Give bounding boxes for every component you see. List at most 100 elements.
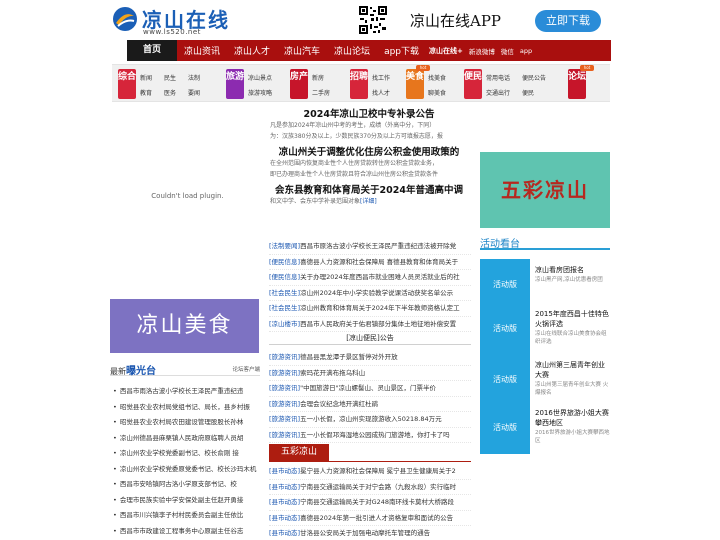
news-text[interactable]: 冕宁县人力资源和社会保障局 冕宁县卫生健康局关于2: [300, 467, 456, 475]
news-row[interactable]: [旅游资讯]五一小长假邛海湿地公园成热门旅游地，你打卡了吗: [269, 428, 471, 443]
news-tag[interactable]: [县市动态]: [269, 467, 300, 475]
category-link[interactable]: 要闻: [188, 88, 200, 97]
news-tag[interactable]: [旅游资讯]: [269, 431, 300, 439]
activity-card[interactable]: 活动版 2015年度西昌十佳特色火锅评选 凉山在线联合凉山美食协会组织评选: [480, 303, 610, 355]
category-badge[interactable]: 旅游: [226, 69, 244, 99]
category-link[interactable]: 便民: [522, 88, 546, 97]
news-tag[interactable]: [法制要闻]: [269, 242, 300, 250]
news-row[interactable]: [旅游资讯]"中国旅游日"凉山螺髻山、灵山景区，门票半价: [269, 381, 471, 397]
list-item[interactable]: 西昌市川兴镇李子村村民委员会副主任依比: [113, 508, 263, 524]
category-link[interactable]: 民生: [164, 73, 176, 82]
news-text[interactable]: 关于办理2024年度西昌市就业困难人员灵活就业后的社: [300, 273, 460, 281]
category-link[interactable]: 医务: [164, 88, 176, 97]
wucai-section-label[interactable]: 五彩凉山: [269, 444, 329, 461]
nav-item[interactable]: 凉山资讯: [177, 44, 227, 57]
news-tag[interactable]: [便民信息]: [269, 258, 300, 266]
news-tag[interactable]: [县市动态]: [269, 514, 300, 522]
list-item[interactable]: 西昌市雨洛古波小学校长王泽民严重违纪违: [113, 384, 263, 400]
news-row[interactable]: [社会民生]凉山州教育和体育局关于2024年下半年教师资格认定工: [269, 301, 471, 317]
activity-title[interactable]: 凉山看房团报名: [535, 265, 611, 275]
nav-item[interactable]: app下载: [377, 44, 426, 57]
news-row[interactable]: [旅游资讯]五一小长假，凉山州实现旅游收入50218.84万元: [269, 412, 471, 428]
category-badge[interactable]: 房产: [290, 69, 308, 99]
list-item[interactable]: 西昌市市政建设工程事务中心原副主任谷志: [113, 524, 263, 540]
convenience-section-title[interactable]: [凉山便民]公告: [269, 331, 471, 345]
news-row[interactable]: [法制要闻]西昌市原洛古波小学校长王泽民严重违纪违法被开除党: [269, 239, 471, 255]
category-link[interactable]: 交通出行: [486, 88, 510, 97]
news-tag[interactable]: [旅游资讯]: [269, 400, 300, 408]
news-row[interactable]: [县市动态]喜德县2024年第一批引进人才资格复审和面试的公告: [269, 511, 471, 526]
news-text[interactable]: 西昌市人民政府关于佑君镇部分集体土地征地补偿安置: [300, 320, 456, 328]
category-link[interactable]: 找工作: [372, 73, 390, 82]
news-text[interactable]: "中国旅游日"凉山螺髻山、灵山景区，门票半价: [300, 384, 436, 392]
category-badge[interactable]: 论坛: [568, 69, 586, 99]
news-row[interactable]: [凉山楼市]西昌市人民政府关于佑君镇部分集体土地征地补偿安置: [269, 317, 471, 332]
category-link[interactable]: 聊美食: [428, 88, 446, 97]
news-row[interactable]: [县市动态]冕宁县人力资源和社会保障局 冕宁县卫生健康局关于2: [269, 464, 471, 480]
activity-title[interactable]: 2015年度西昌十佳特色火锅评选: [535, 309, 611, 329]
forum-client-link[interactable]: 论坛客户端: [232, 365, 260, 373]
detail-link[interactable]: [详细]: [360, 198, 377, 205]
list-item[interactable]: 昭觉县农业农村局农田建设管理股股长孙林: [113, 415, 263, 431]
news-text[interactable]: 宁南县交通运输局关于对宁会路（九殺水段）实行临时: [300, 483, 456, 491]
category-link[interactable]: 教育: [140, 88, 152, 97]
category-link[interactable]: 便民公告: [522, 73, 546, 82]
category-link[interactable]: 找美食: [428, 73, 446, 82]
headline-title[interactable]: 2024年凉山卫校中专补录公告: [270, 106, 468, 120]
activity-thumb[interactable]: 活动版: [480, 402, 530, 454]
news-tag[interactable]: [社会民生]: [269, 304, 300, 312]
news-row[interactable]: [县市动态]宁南县交通运输局关于对G248南环线卡莫村大桥路段: [269, 495, 471, 511]
wucai-banner[interactable]: 五彩凉山: [480, 152, 610, 228]
list-item[interactable]: 凉山州农业学校党委副书记、校长俞刚 接: [113, 446, 263, 462]
news-tag[interactable]: [县市动态]: [269, 498, 300, 506]
news-tag[interactable]: [县市动态]: [269, 529, 300, 537]
news-text[interactable]: 五一小长假邛海湿地公园成热门旅游地，你打卡了吗: [300, 431, 450, 439]
news-row[interactable]: [旅游资讯]索玛花开满布拖乌科山: [269, 366, 471, 381]
category-badge[interactable]: 便民: [464, 69, 482, 99]
activity-thumb[interactable]: 活动版: [480, 354, 530, 406]
category-link[interactable]: 常用电话: [486, 73, 510, 82]
nav-item[interactable]: 凉山人才: [227, 44, 277, 57]
download-button[interactable]: 立即下载: [535, 10, 601, 32]
news-row[interactable]: [便民信息]喜德县人力资源和社会保障局 喜德县教育和体育局关于: [269, 255, 471, 270]
category-link[interactable]: 旅游攻略: [248, 88, 272, 97]
headline-title[interactable]: 会东县教育和体育局关于2024年普通高中调: [270, 182, 468, 196]
nav-small-item[interactable]: app: [517, 47, 535, 55]
category-link[interactable]: 新闻: [140, 73, 152, 82]
news-text[interactable]: 甘洛县公安局关于加强电动摩托车管理的通告: [300, 529, 430, 537]
news-row[interactable]: [旅游资讯]会理会议纪念地开满红杜鹃: [269, 397, 471, 412]
news-row[interactable]: [社会民生]凉山州2024年中小学实验教学说课活动获奖名单公示: [269, 286, 471, 301]
category-link[interactable]: 法制: [188, 73, 200, 82]
activity-card[interactable]: 活动版 凉山州第三届青年创业大赛 凉山州第三届青年创业大赛 火爆报名: [480, 354, 610, 406]
category-badge[interactable]: 招聘: [350, 69, 368, 99]
news-tag[interactable]: [社会民生]: [269, 289, 300, 297]
news-row[interactable]: [便民信息]关于办理2024年度西昌市就业困难人员灵活就业后的社: [269, 270, 471, 286]
news-text[interactable]: 宁南县交通运输局关于对G248南环线卡莫村大桥路段: [300, 498, 454, 506]
news-tag[interactable]: [旅游资讯]: [269, 415, 300, 423]
category-badge[interactable]: 综合: [118, 69, 136, 99]
nav-small-item[interactable]: 新浪微博: [466, 46, 498, 56]
list-item[interactable]: 凉山州德昌县麻栗镇人民政府原临聘人员胡: [113, 431, 263, 447]
news-tag[interactable]: [便民信息]: [269, 273, 300, 281]
news-text[interactable]: 西昌市原洛古波小学校长王泽民严重违纪违法被开除党: [300, 242, 456, 250]
category-link[interactable]: 二手房: [312, 88, 330, 97]
category-link[interactable]: 新房: [312, 73, 330, 82]
nav-item[interactable]: 凉山在线+: [426, 46, 466, 56]
news-tag[interactable]: [旅游资讯]: [269, 369, 300, 377]
news-text[interactable]: 凉山州教育和体育局关于2024年下半年教师资格认定工: [300, 304, 460, 312]
news-row[interactable]: [旅游资讯]德昌县黑龙潭子景区暂停对外开放: [269, 350, 471, 366]
news-text[interactable]: 德昌县黑龙潭子景区暂停对外开放: [300, 353, 398, 361]
news-text[interactable]: 会理会议纪念地开满红杜鹃: [300, 400, 378, 408]
news-text[interactable]: 凉山州2024年中小学实验教学说课活动获奖名单公示: [300, 289, 453, 297]
news-tag[interactable]: [凉山楼市]: [269, 320, 300, 328]
nav-home[interactable]: 首页: [127, 40, 177, 61]
news-text[interactable]: 喜德县2024年第一批引进人才资格复审和面试的公告: [300, 514, 453, 522]
list-item[interactable]: 昭觉县农业农村局党组书记、局长，县乡村振: [113, 400, 263, 416]
news-text[interactable]: 喜德县人力资源和社会保障局 喜德县教育和体育局关于: [300, 258, 458, 266]
category-link[interactable]: 凉山景点: [248, 73, 272, 82]
activity-title[interactable]: 凉山州第三届青年创业大赛: [535, 360, 611, 380]
category-link[interactable]: 找人才: [372, 88, 390, 97]
nav-small-item[interactable]: 微信: [498, 46, 517, 56]
category-badge[interactable]: 美食: [406, 69, 424, 99]
nav-item[interactable]: 凉山论坛: [327, 44, 377, 57]
